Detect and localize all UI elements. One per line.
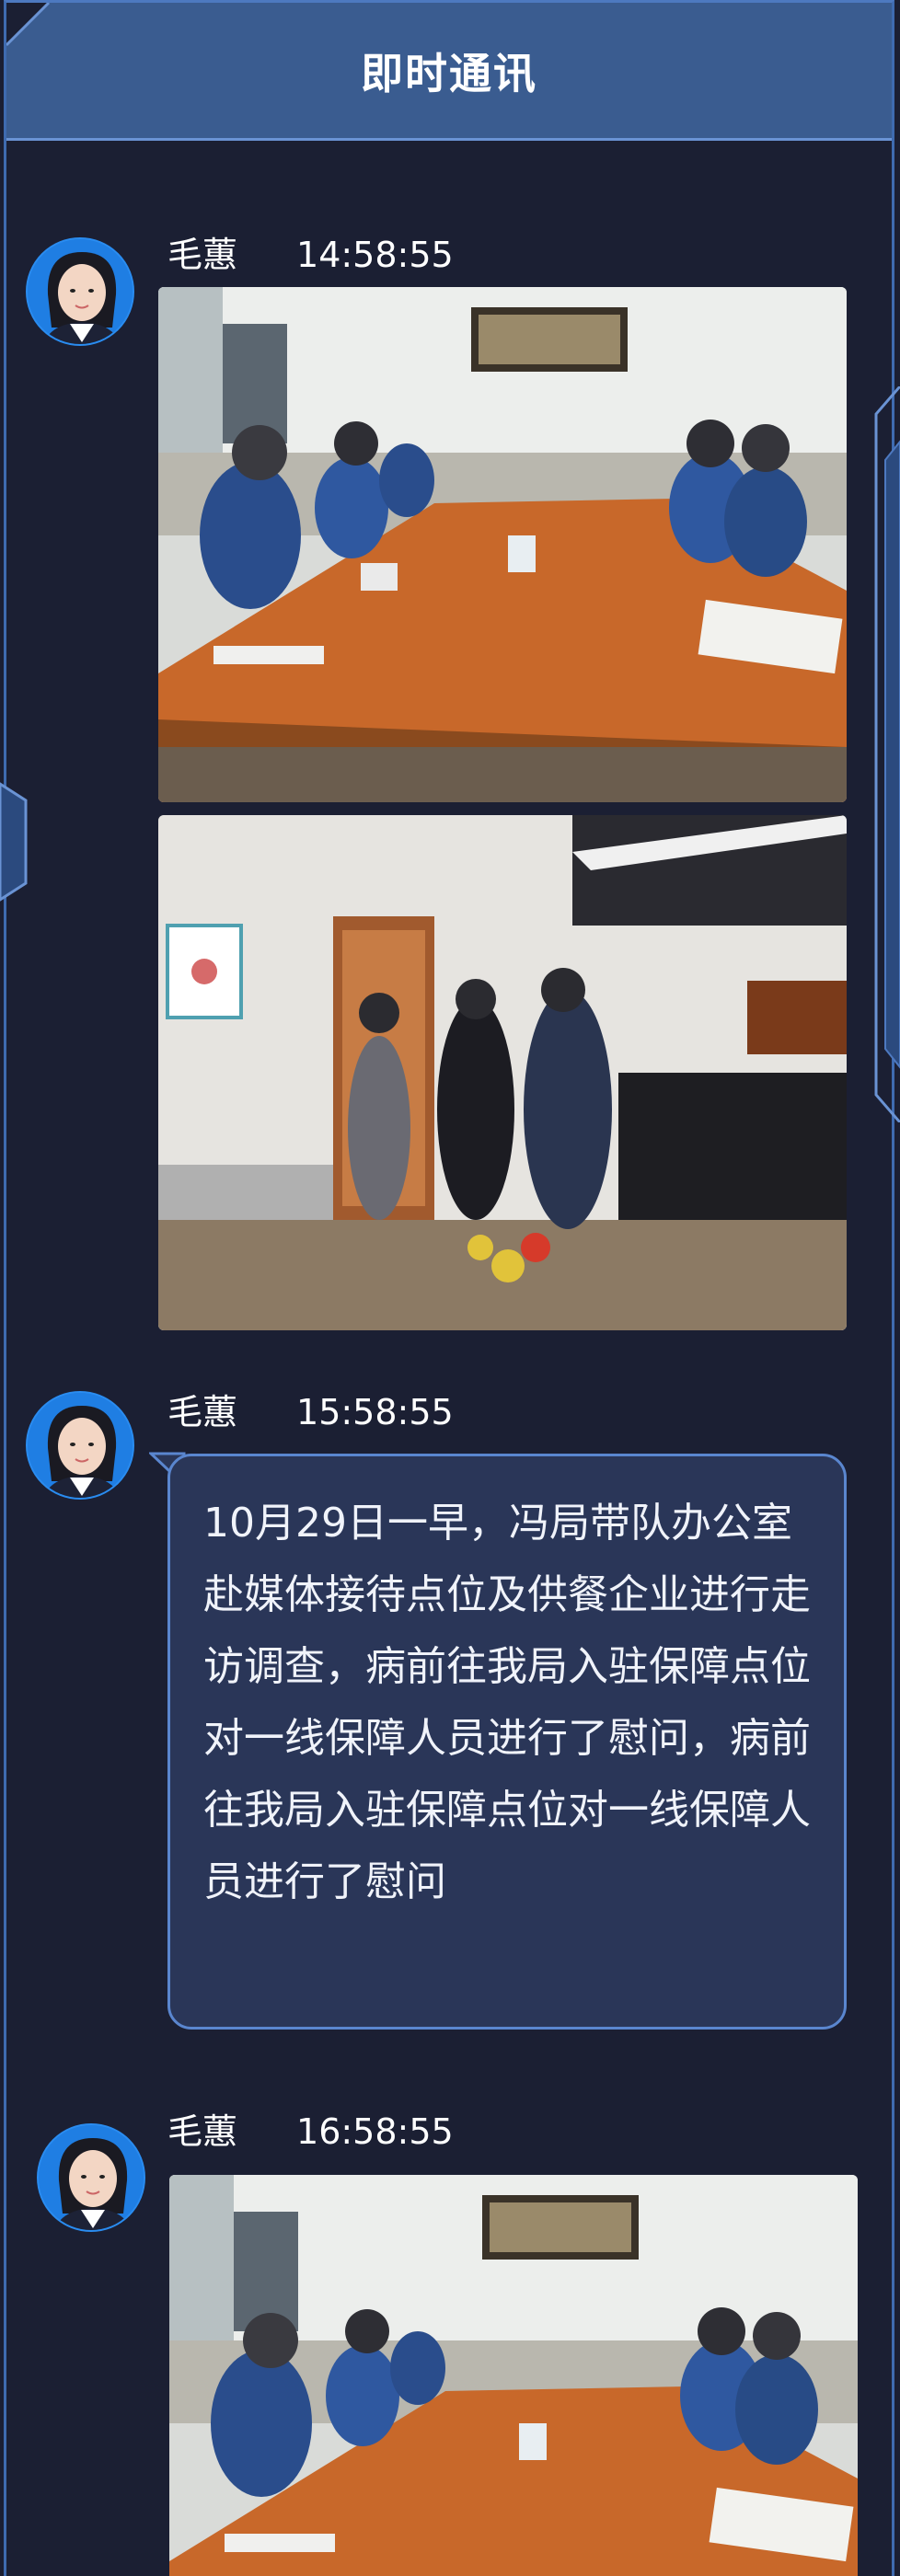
meeting-room-image-icon bbox=[158, 287, 847, 802]
person-avatar-icon bbox=[28, 1393, 133, 1498]
message-time: 14:58:55 bbox=[296, 235, 454, 275]
message-time: 15:58:55 bbox=[296, 1392, 454, 1432]
app-header: 即时通讯 bbox=[6, 3, 892, 141]
sender-name: 毛蕙 bbox=[167, 1392, 238, 1432]
avatar[interactable] bbox=[37, 2123, 145, 2232]
message-meta: 毛蕙 16:58:55 bbox=[167, 2103, 454, 2154]
sender-name: 毛蕙 bbox=[167, 235, 238, 275]
meeting-room-image-icon bbox=[169, 2175, 858, 2576]
page-title: 即时通讯 bbox=[361, 48, 537, 98]
office-visit-image-icon bbox=[158, 815, 847, 1330]
meeting-room-photo[interactable] bbox=[169, 2175, 858, 2576]
header-corner-decoration bbox=[6, 3, 51, 47]
message-meta: 毛蕙 14:58:55 bbox=[167, 226, 454, 277]
message-bubble[interactable]: 10月29日一早，冯局带队办公室赴媒体接待点位及供餐企业进行走访调查，病前往我局… bbox=[167, 1454, 847, 2030]
avatar[interactable] bbox=[26, 237, 134, 346]
right-edge-decoration bbox=[874, 386, 900, 1122]
person-avatar-icon bbox=[39, 2125, 144, 2230]
person-avatar-icon bbox=[28, 239, 133, 344]
message-meta: 毛蕙 15:58:55 bbox=[167, 1384, 454, 1434]
left-edge-decoration bbox=[0, 782, 28, 902]
avatar[interactable] bbox=[26, 1391, 134, 1500]
message-time: 16:58:55 bbox=[296, 2111, 454, 2152]
office-visit-photo[interactable] bbox=[158, 815, 847, 1330]
meeting-room-photo[interactable] bbox=[158, 287, 847, 802]
sender-name: 毛蕙 bbox=[167, 2111, 238, 2152]
